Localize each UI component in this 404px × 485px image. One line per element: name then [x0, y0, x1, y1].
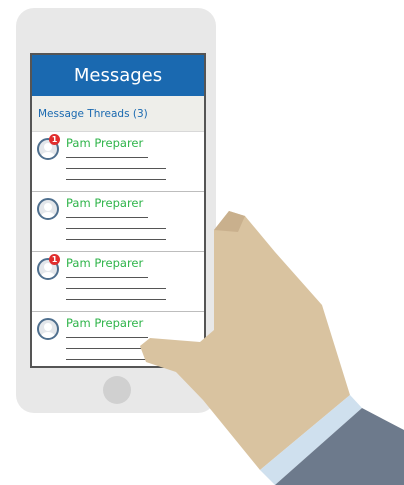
hand-illustration	[140, 211, 404, 485]
illustration-scene: Messages Message Threads (3) 1 Pam Prepa…	[0, 0, 404, 485]
